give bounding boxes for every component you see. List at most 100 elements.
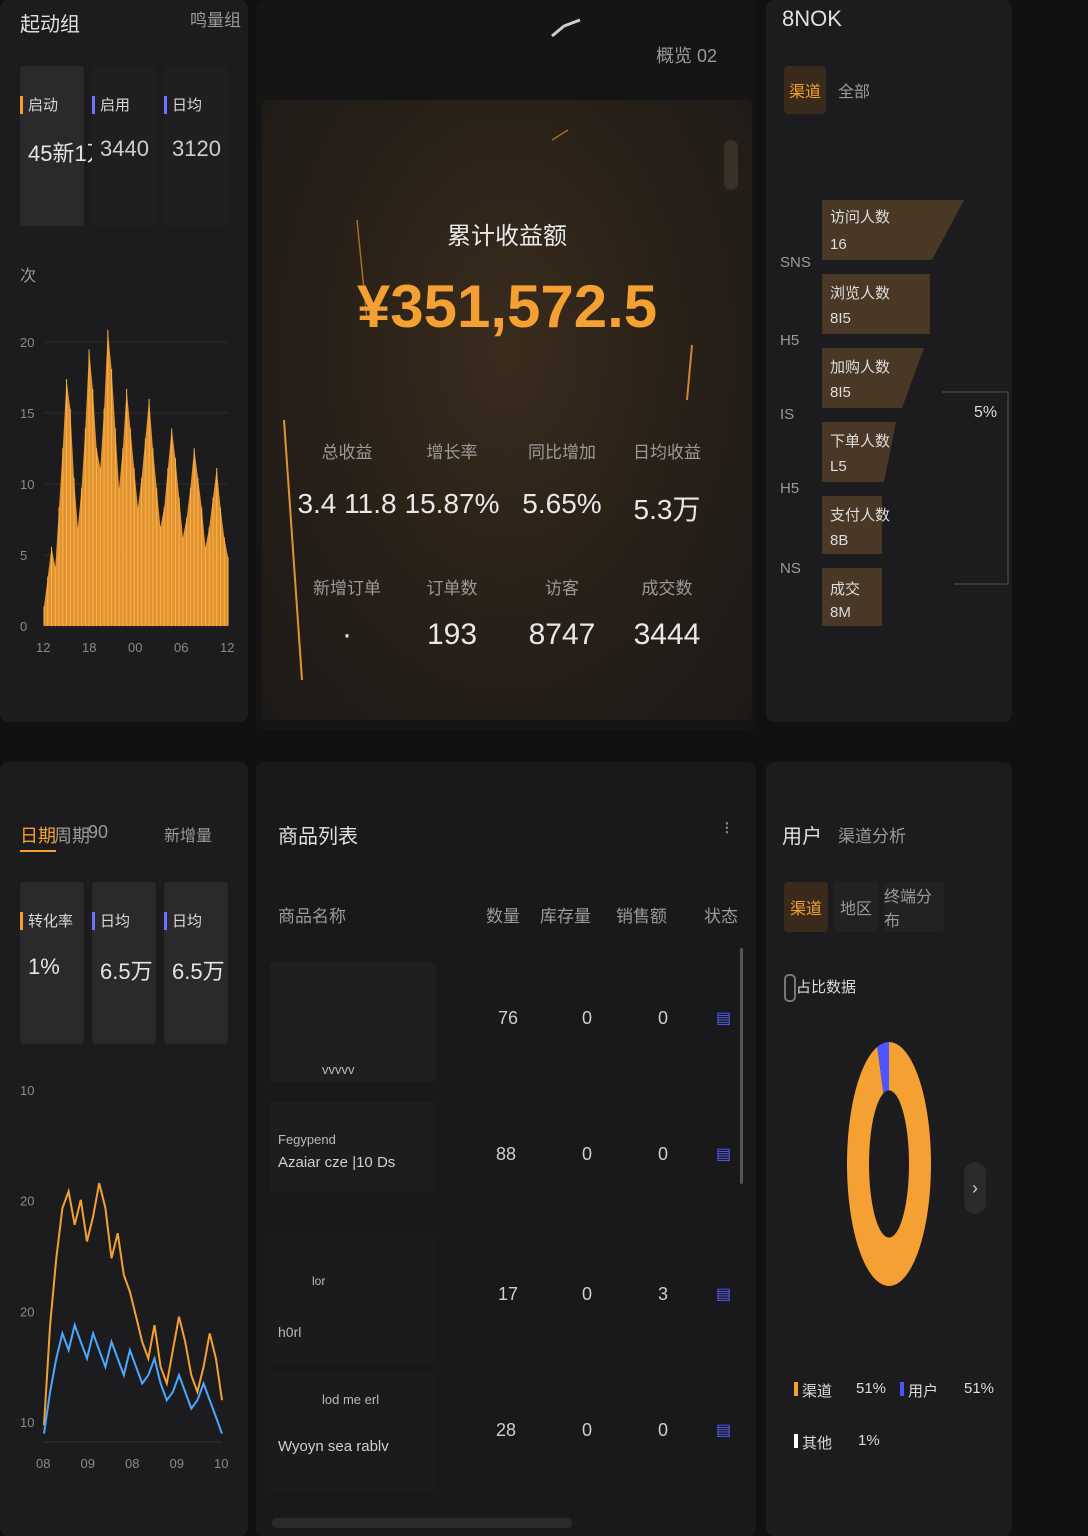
qty-cell: 76 (498, 1008, 519, 1028)
status-icon[interactable]: ▤ (716, 1008, 731, 1028)
funnel-step-value: 8B (830, 532, 849, 549)
panel-menu[interactable]: 新增量 (164, 822, 212, 846)
tab-date[interactable]: 日期 (20, 822, 56, 852)
row-thumbnail (270, 1234, 436, 1364)
column-header[interactable]: 状态 (704, 902, 738, 927)
tab-region[interactable]: 地区 (834, 882, 878, 932)
axis-label: SNS (780, 254, 811, 271)
stat-value: · (342, 618, 352, 651)
status-icon[interactable]: ▤ (716, 1420, 731, 1440)
horizontal-scrollbar[interactable] (272, 1518, 572, 1528)
funnel-side-value: 5% (974, 404, 998, 421)
stat-label: 启动 (28, 97, 59, 114)
area-series (44, 329, 228, 626)
x-tick-label: 18 (82, 640, 96, 655)
funnel-step-value: 8M (830, 604, 851, 621)
y-tick-label: 10 (20, 1083, 34, 1098)
panel-subtitle: 渠道分析 (838, 827, 906, 846)
sales-cell: 0 (658, 1008, 669, 1028)
start-volume-chart: 20 15 10 5 0 12 18 00 06 12 (20, 329, 234, 655)
stat-card[interactable]: 日均 6.5万 (164, 882, 228, 1044)
stat-value: 193 (426, 618, 478, 651)
tab-channel[interactable]: 渠道 (784, 882, 828, 932)
next-arrow-button[interactable]: › (964, 1162, 986, 1214)
panel-start-stats: 起动组 鸣量组 启动 45新1万 启用 3440 日均 3120 次 20 15 1… (0, 0, 248, 722)
toggle-icon[interactable] (784, 974, 796, 1002)
qty-cell: 28 (496, 1420, 517, 1440)
stock-cell: 0 (582, 1284, 593, 1304)
stat-label: 访客 (545, 579, 579, 598)
product-name[interactable]: Wyoyn sea rablv (278, 1438, 389, 1455)
back-arrow-icon[interactable] (546, 14, 586, 44)
stat-value: 3440 (100, 136, 149, 161)
product-name[interactable]: Azaiar cze |10 Ds (278, 1154, 395, 1171)
funnel-step-label: 成交 (830, 581, 861, 598)
stat-value: 5.3万 (633, 494, 701, 525)
tab-channel[interactable]: 渠道 (784, 66, 826, 114)
y-tick-label: 20 (20, 1194, 34, 1209)
stat-card[interactable]: 日均 3120 (164, 66, 228, 226)
panel-funnel: 8NOK 渠道 全部 SNS H5 IS H5 NS 访问人数 16 浏览人数 … (766, 0, 1012, 722)
y-tick-label: 20 (20, 1304, 34, 1319)
x-tick-label: 10 (214, 1456, 228, 1471)
panel-menu[interactable]: 鸣量组 (190, 6, 241, 31)
panel-title: 商品列表 (278, 826, 358, 848)
stock-cell: 0 (582, 1420, 593, 1440)
stat-value: 5.65% (522, 488, 602, 519)
stock-cell: 0 (582, 1008, 593, 1028)
stat-label: 订单数 (426, 579, 478, 598)
axis-label: IS (780, 406, 795, 423)
status-icon[interactable]: ▤ (716, 1144, 731, 1164)
stat-value: 6.5万 (100, 959, 153, 984)
vertical-scrollbar[interactable] (740, 948, 743, 1184)
stat-value: 15.87% (404, 488, 500, 519)
axis-label: NS (780, 560, 801, 577)
funnel-step-label: 浏览人数 (830, 285, 891, 302)
row-label: lor (312, 1274, 326, 1288)
column-header[interactable]: 销售额 (616, 902, 667, 927)
stat-label: 增长率 (426, 443, 478, 462)
panel-user-share: 用户 渠道分析 渠道 地区 终端分布 占比数据 › 渠道 51% 用户 51% … (766, 762, 1012, 1536)
y-tick-label: 5 (20, 548, 27, 563)
stat-label: 启用 (100, 97, 131, 114)
panel-title: 起动组 (20, 14, 80, 36)
total-value: ¥351,572.5 (356, 273, 658, 340)
column-header[interactable]: 库存量 (540, 902, 591, 927)
stat-card[interactable]: 启用 3440 (92, 66, 156, 226)
tab-device[interactable]: 终端分布 (884, 882, 944, 932)
stat-value: 3.4 11.8 (297, 488, 397, 519)
status-icon[interactable]: ▤ (716, 1284, 731, 1304)
row-label: h0rl (278, 1324, 302, 1340)
more-icon[interactable]: ⁝ (724, 818, 730, 839)
axis-label: H5 (780, 332, 800, 349)
tab-90[interactable]: 90 (88, 822, 108, 843)
header-label: 概览 02 (656, 46, 718, 66)
y-tick-label: 20 (20, 335, 34, 350)
stat-label: 成交数 (641, 579, 693, 598)
panel-revenue: 概览 02 累计收益额 ¥351,572.5 总收益 3.4 11.8 增长率 … (256, 0, 756, 730)
stat-value: 6.5万 (172, 959, 225, 984)
sales-cell: 3 (658, 1284, 669, 1304)
stat-label: 日均收益 (633, 443, 701, 462)
stat-card[interactable]: 日均 6.5万 (92, 882, 156, 1044)
funnel-step-label: 访问人数 (830, 209, 891, 226)
stat-value: 1% (28, 954, 60, 979)
tab-all[interactable]: 全部 (832, 66, 876, 114)
revenue-card: 累计收益额 ¥351,572.5 总收益 3.4 11.8 增长率 15.87%… (262, 100, 752, 720)
row-thumbnail (270, 1102, 436, 1192)
stat-card[interactable]: 启动 45新1万 (20, 66, 109, 226)
y-tick-label: 15 (20, 406, 34, 421)
stat-label: 总收益 (321, 443, 373, 462)
column-header[interactable]: 数量 (486, 902, 520, 927)
x-tick-label: 00 (128, 640, 142, 655)
stat-label: 同比增加 (528, 443, 596, 462)
panel-trend: 日期 周期 90 新增量 转化率 1% 日均 6.5万 日均 6.5万 10 20… (0, 762, 248, 1536)
tab-period[interactable]: 周期 (54, 822, 90, 848)
row-label: Fegypend (278, 1132, 336, 1147)
chart-label: 占比数据 (796, 979, 857, 996)
column-header[interactable]: 商品名称 (278, 902, 346, 927)
axis-label: H5 (780, 480, 800, 497)
qty-cell: 17 (498, 1284, 519, 1304)
stat-value: 3444 (633, 618, 701, 651)
stat-card[interactable]: 转化率 1% (20, 882, 84, 1044)
